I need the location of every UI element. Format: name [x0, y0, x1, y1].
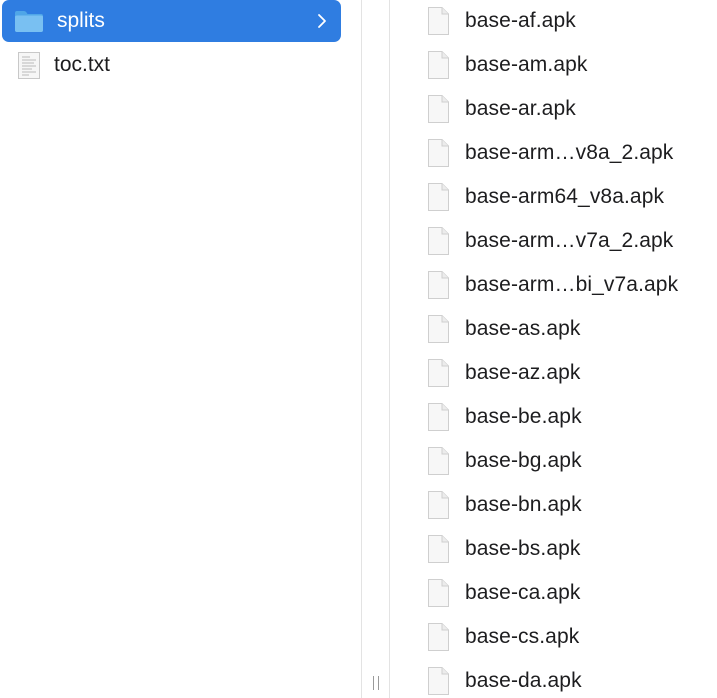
file-row-toc[interactable]: toc.txt	[2, 44, 341, 86]
file-row[interactable]: base-arm…v7a_2.apk	[390, 219, 717, 263]
file-row[interactable]: base-af.apk	[390, 0, 717, 43]
folder-icon	[15, 11, 43, 32]
file-row[interactable]: base-arm64_v8a.apk	[390, 175, 717, 219]
file-name: base-bs.apk	[465, 537, 581, 560]
file-name: base-da.apk	[465, 669, 582, 692]
document-icon	[428, 667, 449, 695]
file-name: base-arm…v8a_2.apk	[465, 141, 674, 164]
file-row[interactable]: base-cs.apk	[390, 615, 717, 659]
file-name: base-bg.apk	[465, 449, 582, 472]
column-resize-area[interactable]	[362, 0, 389, 698]
file-name: base-ar.apk	[465, 97, 576, 120]
document-icon	[428, 491, 449, 519]
file-row[interactable]: base-arm…v8a_2.apk	[390, 131, 717, 175]
file-row[interactable]: base-arm…bi_v7a.apk	[390, 263, 717, 307]
folder-label: splits	[57, 9, 105, 32]
left-column: splits toc.txt	[0, 0, 361, 698]
file-row[interactable]: base-da.apk	[390, 659, 717, 698]
file-name: base-bn.apk	[465, 493, 582, 516]
document-icon	[428, 139, 449, 167]
file-row[interactable]: base-am.apk	[390, 43, 717, 87]
chevron-right-icon	[318, 14, 326, 28]
file-name: base-af.apk	[465, 9, 576, 32]
file-row[interactable]: base-be.apk	[390, 395, 717, 439]
column-resize-handle[interactable]	[370, 676, 382, 690]
file-name: base-as.apk	[465, 317, 581, 340]
document-icon	[428, 579, 449, 607]
document-icon	[428, 535, 449, 563]
file-name: base-arm64_v8a.apk	[465, 185, 665, 208]
file-name: base-arm…v7a_2.apk	[465, 229, 674, 252]
file-row[interactable]: base-az.apk	[390, 351, 717, 395]
right-column: base-af.apk base-am.apk base-ar.apk base-ar…	[390, 0, 717, 698]
folder-row-splits[interactable]: splits	[2, 0, 341, 42]
document-icon	[428, 183, 449, 211]
file-row[interactable]: base-bn.apk	[390, 483, 717, 527]
document-icon	[428, 51, 449, 79]
file-name: base-be.apk	[465, 405, 582, 428]
document-icon	[428, 623, 449, 651]
file-row[interactable]: base-bs.apk	[390, 527, 717, 571]
column-browser: splits toc.txt base-af.apk base-am.apk b…	[0, 0, 717, 698]
document-icon	[428, 7, 449, 35]
text-file-icon	[18, 51, 40, 79]
file-row[interactable]: base-bg.apk	[390, 439, 717, 483]
document-icon	[428, 95, 449, 123]
file-name: base-cs.apk	[465, 625, 580, 648]
file-label: toc.txt	[54, 53, 111, 76]
file-name: base-am.apk	[465, 53, 588, 76]
file-name: base-az.apk	[465, 361, 581, 384]
document-icon	[428, 227, 449, 255]
file-row[interactable]: base-ca.apk	[390, 571, 717, 615]
document-icon	[428, 359, 449, 387]
document-icon	[428, 315, 449, 343]
document-icon	[428, 271, 449, 299]
document-icon	[428, 403, 449, 431]
document-icon	[428, 447, 449, 475]
file-name: base-ca.apk	[465, 581, 581, 604]
file-row[interactable]: base-as.apk	[390, 307, 717, 351]
file-row[interactable]: base-ar.apk	[390, 87, 717, 131]
file-name: base-arm…bi_v7a.apk	[465, 273, 679, 296]
